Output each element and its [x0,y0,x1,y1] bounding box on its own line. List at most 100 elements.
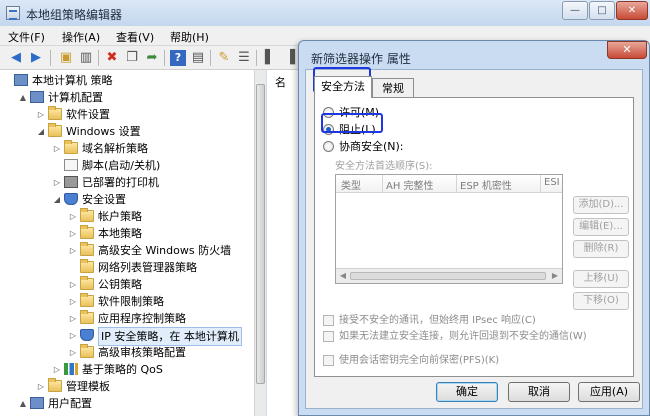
console-tree: 本地计算机 策略 ▲ 计算机配置 ▷ 软件设置 ◢ Windows 设置 ▷ 域名解析策略 脚本(… [0,70,266,416]
menu-view[interactable]: 查看(V) [116,29,154,45]
folder-icon [48,378,62,392]
checkbox-box[interactable] [323,331,334,342]
up-folder-icon[interactable]: ▣ [58,50,74,66]
move-up-button[interactable]: 上移(U) [573,270,629,288]
tab-general[interactable]: 常规 [372,78,414,98]
pc-icon [30,91,44,103]
new-policy-icon[interactable]: ✎ [216,50,232,66]
list-horizontal-scrollbar[interactable]: ◀ ▶ [336,268,562,283]
security-methods-panel: 许可(M) 阻止(L) 协商安全(N): 安全方法首选顺序(S): 类型 AH … [314,97,634,377]
security-methods-list[interactable]: 类型 AH 完整性 ESP 机密性 ESI ◀ ▶ [335,174,563,284]
app-icon [6,6,20,20]
checkbox-label: 接受不安全的通讯，但始终用 IPsec 响应(C) [339,315,536,326]
scrollbar-thumb[interactable] [350,272,546,280]
col-esp-confidentiality[interactable]: ESP 机密性 [460,177,512,192]
dialog-close-button[interactable]: ✕ [607,41,647,59]
folder-icon [80,293,94,307]
tree-item-label: 网络列表管理器策略 [98,261,197,274]
checkbox-box[interactable] [323,315,334,326]
tree-item-label: Windows 设置 [66,125,141,138]
expand-arrow-icon[interactable]: ▷ [68,327,78,344]
column-divider [382,175,383,193]
add-button[interactable]: 添加(D)... [573,196,629,214]
tree-item-label: 高级安全 Windows 防火墙 [98,244,232,257]
collapse-arrow-icon[interactable]: ▲ [18,395,28,412]
column-divider [456,175,457,193]
edit-button[interactable]: 编辑(E)... [573,218,629,236]
help-icon[interactable]: ? [170,50,186,66]
apply-button[interactable]: 应用(A) [578,382,640,402]
copy-icon[interactable]: ❐ [124,50,140,66]
tree-item-label: 域名解析策略 [82,142,148,155]
checkbox-label: 如果无法建立安全连接，则允许回退到不安全的通信(W) [339,331,587,342]
expand-arrow-icon[interactable]: ▷ [68,293,78,310]
toolbar-separator [164,50,165,66]
expand-arrow-icon[interactable]: ▷ [36,378,46,395]
menu-help[interactable]: 帮助(H) [170,29,209,45]
remove-button[interactable]: 删除(R) [573,240,629,258]
collapse-arrow-icon[interactable]: ◢ [36,123,46,140]
tab-security-methods[interactable]: 安全方法 [314,76,372,98]
expand-arrow-icon[interactable]: ▷ [52,174,62,191]
menu-action[interactable]: 操作(A) [62,29,100,45]
column-header-name[interactable]: 名 [275,74,286,90]
window-title: 本地组策略编辑器 [26,8,123,22]
radio-negotiate-button[interactable] [323,141,334,152]
collapse-arrow-icon[interactable]: ◢ [52,191,62,208]
expand-arrow-icon[interactable]: ▷ [68,225,78,242]
forward-icon[interactable]: ▶ [28,50,44,66]
expand-arrow-icon[interactable]: ▷ [68,344,78,361]
show-hide-tree-icon[interactable]: ▥ [78,50,94,66]
tree-item-label: 软件限制策略 [98,295,164,308]
expand-arrow-icon[interactable]: ▷ [68,208,78,225]
toolbar-separator [210,50,211,66]
expand-arrow-icon[interactable]: ▷ [68,242,78,259]
ok-button[interactable]: 确定 [436,382,498,402]
toolbar-separator [98,50,99,66]
minimize-button[interactable]: — [562,1,588,20]
folder-icon [80,276,94,290]
scroll-right-icon[interactable]: ▶ [548,269,562,283]
delete-icon[interactable]: ✖ [104,50,120,66]
expand-arrow-icon[interactable]: ▷ [52,140,62,157]
tree-item-label: 帐户策略 [98,210,142,223]
col-type[interactable]: 类型 [341,177,361,192]
properties-icon[interactable]: ▤ [190,50,206,66]
expand-arrow-icon[interactable]: ▷ [36,106,46,123]
folder-icon [80,208,94,222]
export-icon[interactable]: ➦ [144,50,160,66]
scrollbar-thumb[interactable] [256,84,265,384]
col-esp-truncated[interactable]: ESI [544,177,560,188]
tree-item-label: 本地计算机 策略 [32,74,113,87]
maximize-button[interactable]: □ [589,1,615,20]
menu-file[interactable]: 文件(F) [8,29,45,45]
folder-icon [64,140,78,154]
folder-icon [48,123,62,137]
expand-arrow-icon[interactable]: ▷ [68,276,78,293]
cancel-button[interactable]: 取消 [508,382,570,402]
close-button[interactable]: ✕ [616,1,648,20]
unassign-icon[interactable]: ▐ [282,50,298,66]
collapse-arrow-icon[interactable]: ▲ [18,89,28,106]
tree-item-label: 基于策略的 QoS [82,363,163,376]
printer-icon [64,176,78,188]
list-header: 类型 AH 完整性 ESP 机密性 ESI [336,175,562,193]
tree-item-label: 脚本(启动/关机) [82,159,161,172]
new-filter-icon[interactable]: ☰ [236,50,252,66]
folder-icon [80,242,94,256]
tree-item-label: 本地策略 [98,227,142,240]
radio-negotiate-label: 协商安全(N): [339,140,404,153]
assign-icon[interactable]: ▌ [262,50,278,66]
move-down-button[interactable]: 下移(O) [573,292,629,310]
filter-action-properties-dialog: 新筛选器操作 属性 ✕ 安全方法 常规 许可(M) 阻止(L) 协商安全(N):… [298,40,650,416]
tree-item-label: 公钥策略 [98,278,142,291]
back-icon[interactable]: ◀ [8,50,24,66]
expand-arrow-icon[interactable]: ▷ [52,361,62,378]
chart-icon [64,363,78,375]
scroll-left-icon[interactable]: ◀ [336,269,350,283]
expand-arrow-icon[interactable]: ▷ [68,310,78,327]
checkbox-box[interactable] [323,355,334,366]
col-ah-integrity[interactable]: AH 完整性 [386,177,434,192]
pc-icon [14,74,28,86]
tree-scrollbar[interactable] [254,70,266,416]
